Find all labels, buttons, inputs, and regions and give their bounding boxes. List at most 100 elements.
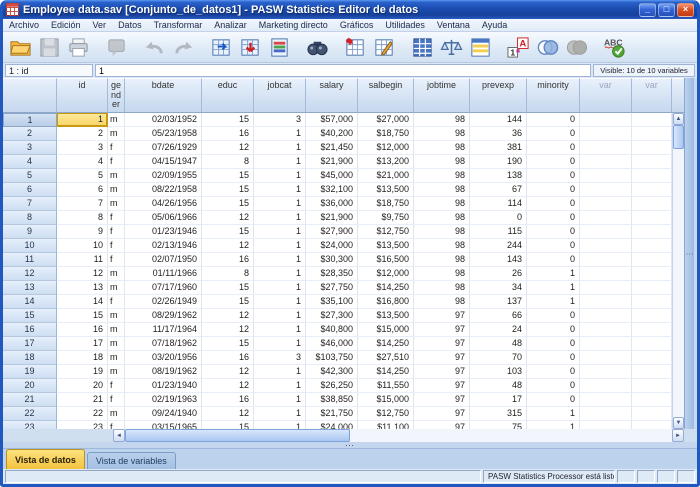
row-header[interactable]: 21	[3, 393, 57, 407]
grid-cell[interactable]: 12	[202, 211, 254, 225]
grid-cell[interactable]: 02/07/1950	[125, 253, 202, 267]
grid-cell[interactable]: 8	[202, 155, 254, 169]
grid-cell[interactable]: 0	[527, 225, 580, 239]
scroll-left-button[interactable]: ◄	[113, 429, 125, 442]
menu-ayuda[interactable]: Ayuda	[476, 19, 513, 31]
grid-cell[interactable]: 3	[254, 113, 306, 127]
column-header-var[interactable]: var	[580, 78, 632, 113]
grid-corner-cell[interactable]	[3, 78, 57, 113]
grid-cell[interactable]	[580, 323, 632, 337]
grid-cell[interactable]: 1	[254, 323, 306, 337]
grid-cell[interactable]: 5	[57, 169, 108, 183]
row-header[interactable]: 19	[3, 365, 57, 379]
grid-cell[interactable]	[632, 351, 672, 365]
column-header-jobtime[interactable]: jobtime	[414, 78, 470, 113]
grid-cell[interactable]	[632, 365, 672, 379]
grid-cell[interactable]: 48	[470, 337, 527, 351]
row-header[interactable]: 15	[3, 309, 57, 323]
grid-cell[interactable]: 11	[57, 253, 108, 267]
grid-cell[interactable]: $27,000	[358, 113, 414, 127]
menu-gr-ficos[interactable]: Gráficos	[334, 19, 380, 31]
spell-check-button[interactable]: ABC	[601, 34, 628, 61]
grid-cell[interactable]	[580, 113, 632, 127]
grid-cell[interactable]	[632, 309, 672, 323]
row-header[interactable]: 16	[3, 323, 57, 337]
row-header[interactable]: 4	[3, 155, 57, 169]
grid-cell[interactable]: $14,250	[358, 281, 414, 295]
grid-cell[interactable]: 0	[527, 183, 580, 197]
grid-cell[interactable]: $27,510	[358, 351, 414, 365]
grid-cell[interactable]: $35,100	[306, 295, 358, 309]
grid-cell[interactable]: $13,200	[358, 155, 414, 169]
grid-cell[interactable]: 21	[57, 393, 108, 407]
grid-cell[interactable]: 1	[254, 337, 306, 351]
column-header-prevexp[interactable]: prevexp	[470, 78, 527, 113]
variables-button[interactable]	[266, 34, 293, 61]
grid-cell[interactable]: 97	[414, 351, 470, 365]
use-variable-sets-button[interactable]	[534, 34, 561, 61]
grid-cell[interactable]: 0	[527, 169, 580, 183]
grid-cell[interactable]: 98	[414, 225, 470, 239]
grid-cell[interactable]: $13,500	[358, 239, 414, 253]
column-header-gender[interactable]: gender	[108, 78, 125, 113]
title-bar[interactable]: Employee data.sav [Conjunto_de_datos1] -…	[3, 0, 697, 19]
grid-cell[interactable]: 103	[470, 365, 527, 379]
grid-cell[interactable]: 97	[414, 365, 470, 379]
vertical-pane-splitter[interactable]: ⋮	[684, 78, 694, 429]
grid-cell[interactable]: 15	[202, 421, 254, 429]
grid-cell[interactable]: $16,500	[358, 253, 414, 267]
grid-cell[interactable]	[632, 281, 672, 295]
menu-marketing-directo[interactable]: Marketing directo	[253, 19, 334, 31]
grid-cell[interactable]: $42,300	[306, 365, 358, 379]
grid-cell[interactable]	[632, 323, 672, 337]
grid-cell[interactable]: 13	[57, 281, 108, 295]
column-header-salbegin[interactable]: salbegin	[358, 78, 414, 113]
grid-cell[interactable]: 16	[202, 393, 254, 407]
grid-cell[interactable]	[632, 169, 672, 183]
grid-cell[interactable]: $46,000	[306, 337, 358, 351]
grid-cell[interactable]: 36	[470, 127, 527, 141]
grid-cell[interactable]: 7	[57, 197, 108, 211]
grid-cell[interactable]	[632, 393, 672, 407]
grid-cell[interactable]: 01/23/1946	[125, 225, 202, 239]
grid-cell[interactable]: $13,500	[358, 183, 414, 197]
grid-cell[interactable]: f	[108, 225, 125, 239]
row-header[interactable]: 9	[3, 225, 57, 239]
grid-cell[interactable]: $27,750	[306, 281, 358, 295]
grid-cell[interactable]: f	[108, 295, 125, 309]
grid-cell[interactable]: 1	[254, 407, 306, 421]
grid-cell[interactable]: m	[108, 127, 125, 141]
grid-cell[interactable]: 1	[254, 253, 306, 267]
grid-cell[interactable]	[580, 379, 632, 393]
grid-cell[interactable]: 02/09/1955	[125, 169, 202, 183]
menu-edici-n[interactable]: Edición	[45, 19, 87, 31]
row-header[interactable]: 2	[3, 127, 57, 141]
grid-cell[interactable]: 0	[527, 309, 580, 323]
column-header-jobcat[interactable]: jobcat	[254, 78, 306, 113]
grid-cell[interactable]	[580, 169, 632, 183]
grid-cell[interactable]: 3	[57, 141, 108, 155]
grid-cell[interactable]: $32,100	[306, 183, 358, 197]
grid-cell[interactable]: 2	[57, 127, 108, 141]
grid-cell[interactable]: 04/15/1947	[125, 155, 202, 169]
row-header[interactable]: 11	[3, 253, 57, 267]
grid-cell[interactable]: 16	[202, 127, 254, 141]
grid-cell[interactable]	[632, 113, 672, 127]
tab-vista-de-datos[interactable]: Vista de datos	[6, 449, 85, 469]
grid-cell[interactable]: 381	[470, 141, 527, 155]
grid-cell[interactable]	[580, 225, 632, 239]
grid-cell[interactable]: 1	[254, 197, 306, 211]
grid-cell[interactable]: m	[108, 169, 125, 183]
grid-cell[interactable]	[632, 379, 672, 393]
grid-cell[interactable]: $26,250	[306, 379, 358, 393]
grid-cell[interactable]: 08/22/1958	[125, 183, 202, 197]
grid-cell[interactable]: 114	[470, 197, 527, 211]
column-header-bdate[interactable]: bdate	[125, 78, 202, 113]
grid-cell[interactable]: 0	[527, 393, 580, 407]
grid-cell[interactable]: m	[108, 197, 125, 211]
grid-cell[interactable]: 05/23/1958	[125, 127, 202, 141]
grid-cell[interactable]: 0	[527, 323, 580, 337]
grid-cell[interactable]: 48	[470, 379, 527, 393]
grid-cell[interactable]: $45,000	[306, 169, 358, 183]
grid-cell[interactable]	[632, 253, 672, 267]
